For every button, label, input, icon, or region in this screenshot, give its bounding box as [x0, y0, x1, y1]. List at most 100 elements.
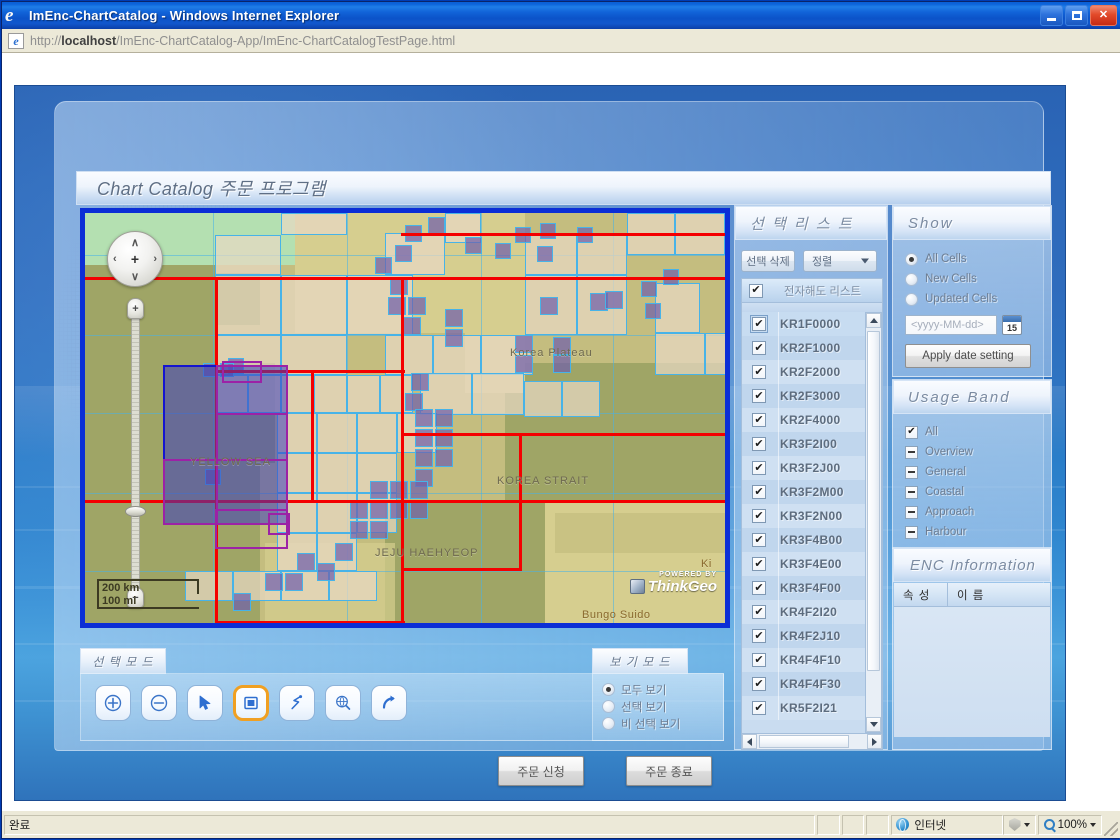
- enc-table-body[interactable]: [894, 607, 1050, 737]
- zoom-extent-tool[interactable]: [325, 685, 361, 721]
- scroll-right-icon[interactable]: [867, 734, 882, 749]
- checkbox-partial-icon[interactable]: [905, 465, 918, 479]
- show-option-updated-cells[interactable]: Updated Cells: [905, 289, 1051, 309]
- view-mode-option-unselected[interactable]: 비 선택 보기: [602, 715, 723, 732]
- polygon-select-tool[interactable]: [279, 685, 315, 721]
- row-checkbox[interactable]: ✔: [752, 557, 766, 571]
- zoom-slider-thumb[interactable]: [125, 506, 146, 517]
- table-row[interactable]: ✔ KR4F4F30: [742, 672, 882, 696]
- chart-list-vertical-scrollbar[interactable]: [865, 312, 882, 733]
- usage-band-item-general[interactable]: General: [905, 462, 1051, 482]
- row-checkbox[interactable]: ✔: [752, 389, 766, 403]
- checkbox-partial-icon[interactable]: [905, 525, 918, 539]
- zoom-in-icon[interactable]: +: [127, 298, 144, 319]
- row-checkbox[interactable]: ✔: [750, 315, 768, 333]
- pan-up-icon[interactable]: ∧: [131, 236, 139, 249]
- table-row[interactable]: ✔ KR4F4F10: [742, 648, 882, 672]
- radio-icon[interactable]: [905, 252, 918, 266]
- chevron-down-icon[interactable]: [861, 258, 869, 264]
- map-container[interactable]: Korea Plateau KOREA STRAIT JEJU HAEHYEOP…: [80, 208, 730, 628]
- radio-icon[interactable]: [602, 717, 615, 730]
- scroll-up-icon[interactable]: [866, 313, 881, 328]
- row-checkbox[interactable]: ✔: [752, 605, 766, 619]
- row-checkbox[interactable]: ✔: [752, 413, 766, 427]
- usage-band-item-all[interactable]: ✔ All: [905, 422, 1051, 442]
- usage-band-item-harbour[interactable]: Harbour: [905, 522, 1051, 542]
- table-row[interactable]: ✔ KR3F2N00: [742, 504, 882, 528]
- table-row[interactable]: ✔ KR3F4E00: [742, 552, 882, 576]
- radio-icon[interactable]: [602, 700, 615, 713]
- redo-tool[interactable]: [371, 685, 407, 721]
- table-row[interactable]: ✔ KR3F4B00: [742, 528, 882, 552]
- order-close-button[interactable]: 주문 종료: [626, 756, 712, 786]
- row-checkbox[interactable]: ✔: [752, 581, 766, 595]
- chart-list-body[interactable]: ✔ KR1F0000 ✔ KR2F1000 ✔ KR2F2000 ✔ KR2F3…: [741, 312, 883, 733]
- checkbox-partial-icon[interactable]: [905, 505, 918, 519]
- row-checkbox[interactable]: ✔: [752, 437, 766, 451]
- zoom-level-control[interactable]: 100%: [1037, 814, 1103, 835]
- row-checkbox[interactable]: ✔: [752, 461, 766, 475]
- view-mode-option-all[interactable]: 모두 보기: [602, 681, 723, 698]
- table-row[interactable]: ✔ KR3F2M00: [742, 480, 882, 504]
- show-option-all-cells[interactable]: All Cells: [905, 249, 1051, 269]
- chevron-down-icon[interactable]: [1090, 822, 1097, 827]
- table-row[interactable]: ✔ KR3F2I00: [742, 432, 882, 456]
- zoom-out-tool[interactable]: [141, 685, 177, 721]
- row-checkbox[interactable]: ✔: [752, 365, 766, 379]
- table-row[interactable]: ✔ KR2F2000: [742, 360, 882, 384]
- row-checkbox[interactable]: ✔: [752, 485, 766, 499]
- apply-date-setting-button[interactable]: Apply date setting: [905, 344, 1031, 368]
- sort-combobox[interactable]: 정렬: [803, 250, 877, 272]
- security-zone[interactable]: 인터넷: [891, 814, 1003, 835]
- row-checkbox[interactable]: ✔: [752, 341, 766, 355]
- row-checkbox[interactable]: ✔: [752, 653, 766, 667]
- table-row[interactable]: ✔ KR1F0000: [742, 312, 882, 336]
- table-row[interactable]: ✔ KR3F4F00: [742, 576, 882, 600]
- table-row[interactable]: ✔ KR4F2I20: [742, 600, 882, 624]
- row-checkbox[interactable]: ✔: [752, 701, 766, 715]
- row-checkbox[interactable]: ✔: [752, 533, 766, 547]
- chevron-down-icon[interactable]: [1023, 822, 1030, 827]
- scrollbar-thumb[interactable]: [759, 735, 849, 748]
- checkbox-partial-icon[interactable]: [905, 485, 918, 499]
- table-row[interactable]: ✔ KR2F1000: [742, 336, 882, 360]
- address-url[interactable]: http://localhost/ImEnc-ChartCatalog-App/…: [30, 34, 455, 48]
- delete-selection-button[interactable]: 선택 삭제: [741, 250, 795, 272]
- protected-mode-indicator[interactable]: [1002, 814, 1036, 835]
- usage-band-item-approach[interactable]: Approach: [905, 502, 1051, 522]
- close-button[interactable]: ✕: [1090, 5, 1117, 26]
- maximize-button[interactable]: [1065, 5, 1088, 26]
- address-bar[interactable]: e http://localhost/ImEnc-ChartCatalog-Ap…: [2, 29, 1120, 53]
- scroll-left-icon[interactable]: [742, 734, 757, 749]
- show-option-new-cells[interactable]: New Cells: [905, 269, 1051, 289]
- calendar-icon[interactable]: 15: [1002, 315, 1022, 335]
- rectangle-select-tool[interactable]: [233, 685, 269, 721]
- map-canvas[interactable]: Korea Plateau KOREA STRAIT JEJU HAEHYEOP…: [85, 213, 725, 623]
- table-row[interactable]: ✔ KR2F3000: [742, 384, 882, 408]
- select-all-checkbox[interactable]: ✔: [749, 283, 763, 298]
- pan-center-icon[interactable]: +: [131, 251, 139, 267]
- table-row[interactable]: ✔ KR3F2J00: [742, 456, 882, 480]
- minimize-button[interactable]: [1040, 5, 1063, 26]
- checkbox-partial-icon[interactable]: [905, 445, 918, 459]
- checkbox-checked-icon[interactable]: ✔: [905, 425, 918, 439]
- pan-right-icon[interactable]: ›: [153, 253, 157, 265]
- row-checkbox[interactable]: ✔: [752, 509, 766, 523]
- table-row[interactable]: ✔ KR5F2I21: [742, 696, 882, 720]
- resize-grip[interactable]: [1104, 822, 1118, 836]
- date-input[interactable]: <yyyy-MM-dd>: [905, 315, 997, 335]
- row-checkbox[interactable]: ✔: [752, 629, 766, 643]
- order-submit-button[interactable]: 주문 신청: [498, 756, 584, 786]
- row-checkbox[interactable]: ✔: [752, 677, 766, 691]
- table-row[interactable]: ✔ KR4F2J10: [742, 624, 882, 648]
- usage-band-item-coastal[interactable]: Coastal: [905, 482, 1051, 502]
- table-row[interactable]: ✔ KR2F4000: [742, 408, 882, 432]
- chart-list-horizontal-scrollbar[interactable]: [741, 733, 883, 750]
- map-zoom-slider[interactable]: + −: [125, 298, 146, 608]
- view-mode-option-selected[interactable]: 선택 보기: [602, 698, 723, 715]
- pointer-select-tool[interactable]: [187, 685, 223, 721]
- usage-band-item-overview[interactable]: Overview: [905, 442, 1051, 462]
- pan-left-icon[interactable]: ‹: [113, 253, 117, 265]
- scroll-down-icon[interactable]: [866, 717, 881, 732]
- pan-down-icon[interactable]: ∨: [131, 270, 139, 283]
